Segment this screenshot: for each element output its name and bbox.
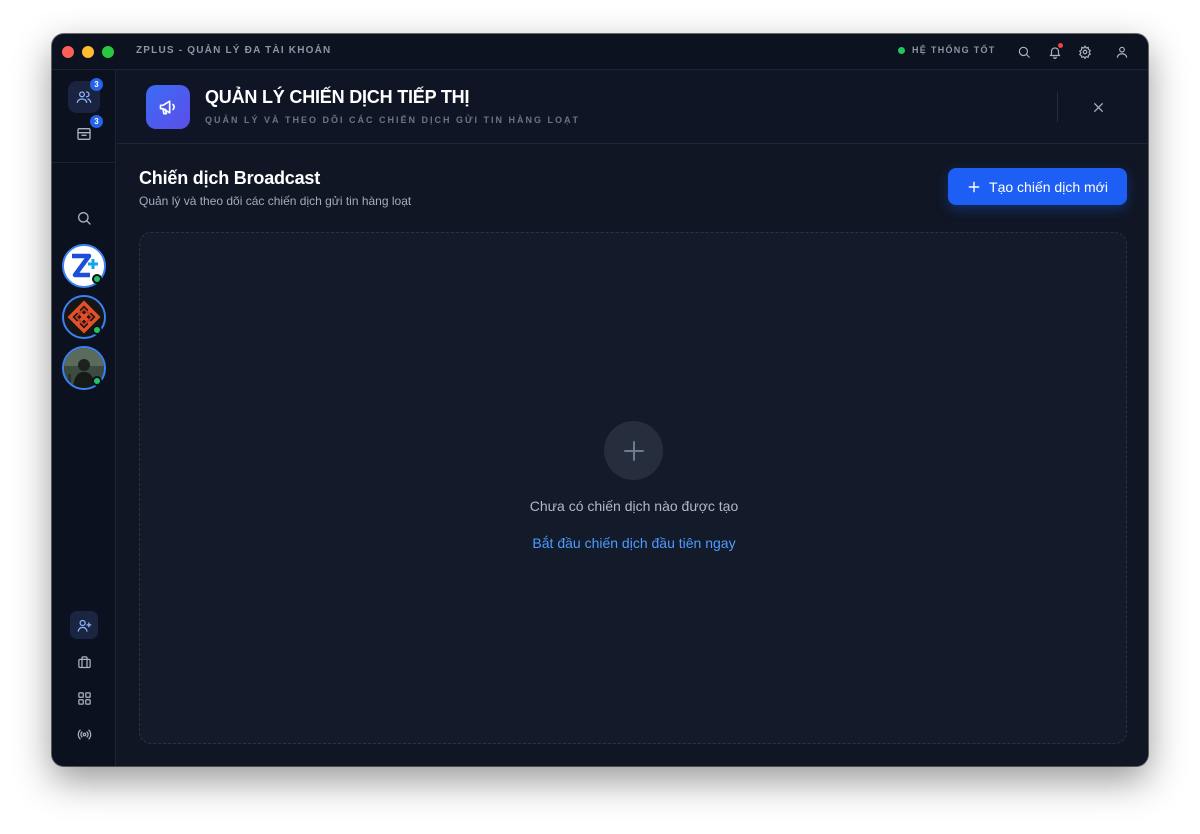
plus-icon — [604, 421, 663, 480]
sidebar-divider — [52, 162, 116, 163]
bell-icon[interactable] — [1046, 42, 1064, 61]
start-first-campaign-link[interactable]: Bắt đầu chiến dịch đầu tiên ngay — [140, 535, 1128, 551]
app-title: ZPLUS - QUẢN LÝ ĐA TÀI KHOẢN — [136, 45, 332, 56]
header-divider — [1057, 92, 1058, 122]
notification-dot — [1057, 42, 1064, 49]
sidebar-item-business[interactable] — [70, 648, 98, 676]
search-icon — [78, 212, 91, 225]
page-subtitle: QUẢN LÝ VÀ THEO DÕI CÁC CHIẾN DỊCH GỬI T… — [205, 115, 580, 125]
briefcase-icon — [77, 655, 91, 668]
online-indicator — [92, 376, 102, 386]
user-icon[interactable] — [1113, 43, 1131, 61]
close-icon — [1093, 102, 1103, 112]
sidebar-item-inbox[interactable]: 3 — [68, 115, 103, 150]
section-subtitle: Quản lý và theo dõi các chiến dịch gửi t… — [139, 194, 412, 208]
broadcast-icon — [77, 729, 91, 739]
main-content: QUẢN LÝ CHIẾN DỊCH TIẾP THỊ QUẢN LÝ VÀ T… — [117, 70, 1148, 766]
sidebar-item-apps[interactable] — [70, 684, 98, 712]
section-title: Chiến dịch Broadcast — [139, 168, 321, 188]
empty-state-panel: Chưa có chiến dịch nào được tạo Bắt đầu … — [139, 232, 1127, 744]
sidebar-collapse-button[interactable] — [70, 760, 98, 766]
sidebar-search-button[interactable] — [68, 202, 100, 234]
minimize-window-button[interactable] — [82, 46, 94, 58]
online-indicator — [92, 325, 102, 335]
create-campaign-label: Tạo chiến dịch mới — [989, 178, 1108, 195]
inbox-badge: 3 — [90, 115, 103, 128]
user-plus-icon — [77, 619, 91, 632]
sidebar-item-broadcast[interactable] — [70, 720, 98, 748]
page-title: QUẢN LÝ CHIẾN DỊCH TIẾP THỊ — [205, 87, 470, 107]
close-button[interactable] — [1087, 96, 1109, 118]
create-campaign-button[interactable]: Tạo chiến dịch mới — [948, 168, 1127, 205]
sidebar-item-contacts[interactable]: 3 — [68, 78, 103, 113]
grid-icon — [77, 691, 91, 705]
sidebar: 3 3 — [52, 70, 116, 766]
title-bar: ZPLUS - QUẢN LÝ ĐA TÀI KHOẢN HỆ THỐNG TỐ… — [52, 34, 1148, 70]
system-status: HỆ THỐNG TỐT — [898, 45, 996, 55]
contacts-badge: 3 — [90, 78, 103, 91]
megaphone-icon — [146, 85, 190, 129]
inbox-icon — [77, 128, 91, 140]
users-icon — [76, 91, 92, 103]
gear-icon[interactable] — [1076, 43, 1094, 61]
status-dot-icon — [898, 46, 905, 54]
app-window: ZPLUS - QUẢN LÝ ĐA TÀI KHOẢN HỆ THỐNG TỐ… — [52, 34, 1148, 766]
page-header: QUẢN LÝ CHIẾN DỊCH TIẾP THỊ QUẢN LÝ VÀ T… — [117, 70, 1148, 144]
plus-icon — [968, 181, 980, 192]
close-window-button[interactable] — [62, 46, 74, 58]
status-text: HỆ THỐNG TỐT — [912, 45, 996, 55]
empty-state-message: Chưa có chiến dịch nào được tạo — [529, 498, 739, 514]
online-indicator — [92, 274, 102, 284]
search-icon[interactable] — [1015, 43, 1033, 61]
maximize-window-button[interactable] — [102, 46, 114, 58]
sidebar-item-add-user[interactable] — [70, 611, 98, 639]
